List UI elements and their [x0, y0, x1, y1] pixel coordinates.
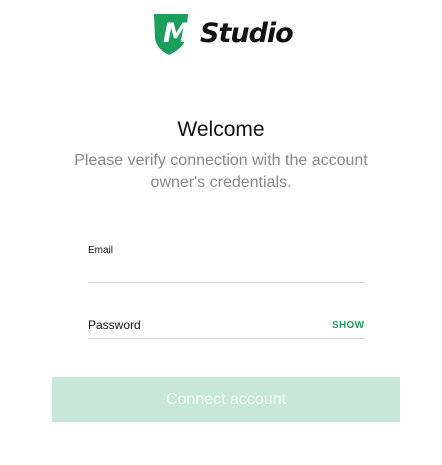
email-field[interactable]: [88, 262, 364, 283]
show-password-toggle[interactable]: SHOW: [332, 320, 364, 332]
password-field[interactable]: [88, 318, 364, 339]
page-title: Welcome: [177, 118, 265, 141]
page-subtitle: Please verify connection with the accoun…: [74, 152, 368, 191]
mystudio-logo: My Studio: [151, 12, 301, 56]
logo-name: Studio: [200, 18, 294, 49]
connect-account-button[interactable]: Connect account: [52, 377, 400, 422]
email-label: Email: [88, 245, 114, 256]
